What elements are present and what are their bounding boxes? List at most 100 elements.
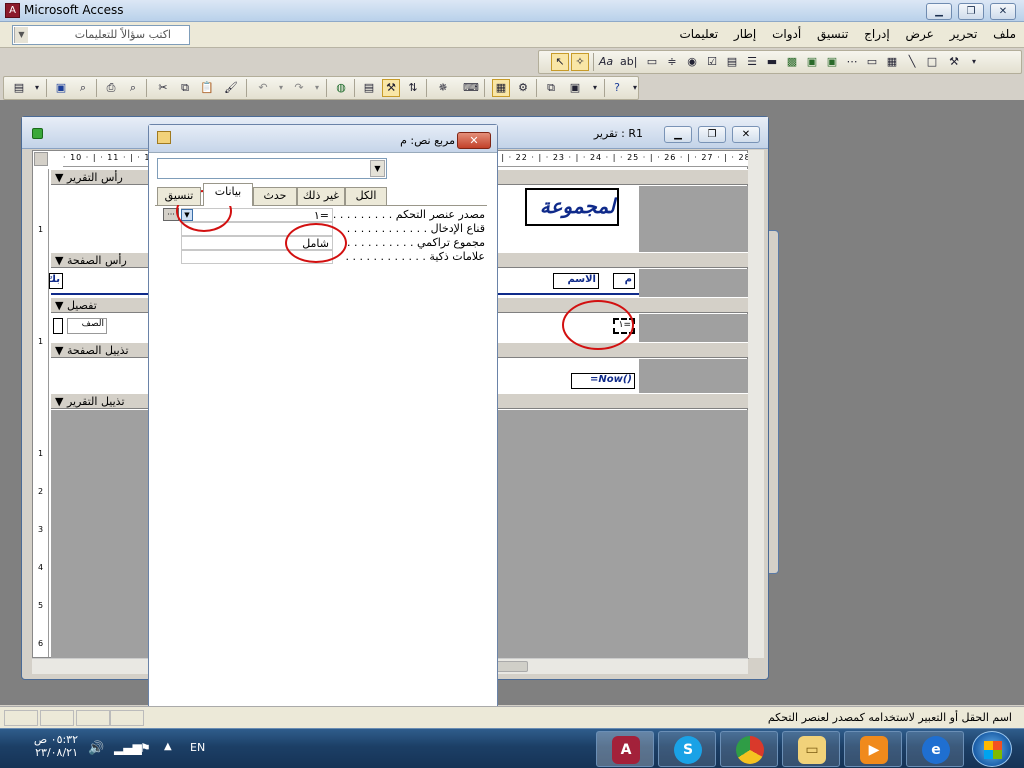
ask-question-box[interactable]: ▼ اكتب سؤالاً للتعليمات — [12, 25, 190, 45]
option-group-icon[interactable]: ▭ — [643, 53, 661, 71]
tab-data[interactable]: بيانات — [203, 183, 253, 206]
new-object-dropdown-icon[interactable]: ▾ — [586, 79, 604, 97]
chrome-icon — [736, 736, 764, 764]
paste-icon[interactable]: 📋 — [198, 79, 216, 97]
ask-question-placeholder: اكتب سؤالاً للتعليمات — [74, 28, 171, 41]
copy-icon[interactable]: ⧉ — [176, 79, 194, 97]
toggle-button-icon[interactable]: ≑ — [663, 53, 681, 71]
tab-event[interactable]: حدث — [253, 187, 297, 205]
menu-help[interactable]: تعليمات — [679, 27, 718, 41]
report-close-button[interactable]: ✕ — [732, 126, 760, 143]
redo-icon[interactable]: ↷ — [290, 79, 308, 97]
report-selector[interactable] — [34, 152, 48, 166]
help-icon[interactable]: ? — [608, 79, 626, 97]
tab-control-icon[interactable]: ▭ — [863, 53, 881, 71]
menu-edit[interactable]: تحرير — [950, 27, 978, 41]
report-window-icon[interactable] — [32, 128, 43, 139]
subform-icon[interactable]: ▦ — [883, 53, 901, 71]
cut-icon[interactable]: ✂ — [154, 79, 172, 97]
taskbar-explorer[interactable]: ▭ — [782, 731, 840, 767]
toolbar-options-icon[interactable]: ▾ — [965, 53, 983, 71]
sorting-grouping-icon[interactable]: ⇅ — [404, 79, 422, 97]
menu-format[interactable]: تنسيق — [817, 27, 848, 41]
view-dropdown-icon[interactable]: ▾ — [28, 79, 46, 97]
vertical-scrollbar[interactable] — [748, 150, 764, 658]
build-icon[interactable]: ⚙ — [514, 79, 532, 97]
new-object-icon[interactable]: ▣ — [566, 79, 584, 97]
view-icon[interactable]: ▤ — [10, 79, 28, 97]
report-restore-button[interactable]: ❐ — [698, 126, 726, 143]
menu-tools[interactable]: أدوات — [772, 27, 801, 41]
database-window-icon[interactable]: ⧉ — [542, 79, 560, 97]
skype-icon: S — [674, 736, 702, 764]
start-button[interactable] — [972, 731, 1012, 767]
clock[interactable]: ٠٥:٣٢ ص ٢٣/٠٨/٢١ — [22, 733, 78, 759]
menu-insert[interactable]: إدراج — [864, 27, 890, 41]
taskbar-chrome[interactable] — [720, 731, 778, 767]
code-icon[interactable]: ⌨ — [462, 79, 480, 97]
property-sheet-close-button[interactable]: ✕ — [457, 132, 491, 149]
volume-icon[interactable]: 🔊 — [88, 741, 104, 756]
taskbar-internet-explorer[interactable]: e — [906, 731, 964, 767]
line-tool-icon[interactable]: ╲ — [903, 53, 921, 71]
textbox-tool-icon[interactable]: ab| — [619, 53, 637, 71]
toolbar-options-icon[interactable]: ▾ — [626, 79, 644, 97]
restore-button[interactable]: ❐ — [958, 3, 984, 20]
image-icon[interactable]: ▩ — [783, 53, 801, 71]
listbox-icon[interactable]: ☰ — [743, 53, 761, 71]
detail-textbox-left[interactable] — [53, 318, 63, 334]
label-tool-icon[interactable]: Aa — [597, 53, 615, 71]
access-app-icon[interactable]: A — [5, 3, 20, 18]
control-selector-combo[interactable]: ▼ م — [157, 158, 387, 179]
detail-textbox-class[interactable]: الصف — [67, 318, 107, 334]
option-button-icon[interactable]: ◉ — [683, 53, 701, 71]
autoformat-icon[interactable]: ✵ — [434, 79, 452, 97]
unbound-object-icon[interactable]: ▣ — [803, 53, 821, 71]
insert-hyperlink-icon[interactable]: ◍ — [332, 79, 350, 97]
tab-format[interactable]: تنسيق — [157, 187, 201, 205]
header-label-left[interactable]: بك — [49, 273, 63, 289]
tab-other[interactable]: غير ذلك — [297, 187, 345, 205]
select-objects-icon[interactable]: ↖ — [551, 53, 569, 71]
toolbox-icon[interactable]: ⚒ — [382, 79, 400, 97]
menu-view[interactable]: عرض — [906, 27, 934, 41]
chevron-down-icon[interactable]: ▼ — [370, 160, 385, 177]
properties-icon[interactable]: ▦ — [492, 79, 510, 97]
show-hidden-icons-icon[interactable]: ▲ — [164, 741, 172, 752]
taskbar-skype[interactable]: S — [658, 731, 716, 767]
redo-dropdown-icon[interactable]: ▾ — [308, 79, 326, 97]
control-wizards-icon[interactable]: ✧ — [571, 53, 589, 71]
taskbar-media-player[interactable]: ▶ — [844, 731, 902, 767]
undo-icon[interactable]: ↶ — [254, 79, 272, 97]
checkbox-icon[interactable]: ☑ — [703, 53, 721, 71]
find-icon[interactable]: ⌕ — [74, 79, 92, 97]
more-controls-icon[interactable]: ⚒ — [945, 53, 963, 71]
header-label-m[interactable]: م — [613, 273, 635, 289]
tab-all[interactable]: الكل — [345, 187, 387, 205]
report-minimize-button[interactable]: ▁ — [664, 126, 692, 143]
combobox-icon[interactable]: ▤ — [723, 53, 741, 71]
undo-dropdown-icon[interactable]: ▾ — [272, 79, 290, 97]
network-signal-icon[interactable]: ▂▄▆ — [114, 741, 142, 755]
property-sheet-title: مربع نص: م — [400, 134, 455, 147]
action-center-icon[interactable]: ⚑ — [140, 741, 151, 755]
taskbar-access[interactable]: A — [596, 731, 654, 767]
menu-window[interactable]: إطار — [734, 27, 756, 41]
field-list-icon[interactable]: ▤ — [360, 79, 378, 97]
print-icon[interactable]: ⎙ — [102, 79, 120, 97]
save-icon[interactable]: ▣ — [52, 79, 70, 97]
menu-file[interactable]: ملف — [993, 27, 1016, 41]
header-label-name[interactable]: الاسم — [553, 273, 599, 289]
minimize-button[interactable]: ▁ — [926, 3, 952, 20]
close-button[interactable]: ✕ — [990, 3, 1016, 20]
language-indicator[interactable]: EN — [190, 741, 205, 754]
page-break-icon[interactable]: ⋯ — [843, 53, 861, 71]
print-preview-icon[interactable]: ⌕ — [124, 79, 142, 97]
command-button-icon[interactable]: ▬ — [763, 53, 781, 71]
bound-object-icon[interactable]: ▣ — [823, 53, 841, 71]
format-painter-icon[interactable]: 🖌 — [222, 79, 240, 97]
rectangle-tool-icon[interactable]: □ — [923, 53, 941, 71]
chevron-down-icon[interactable]: ▼ — [14, 27, 28, 43]
footer-now-expression[interactable]: =Now() — [571, 373, 635, 389]
report-title-label[interactable]: لمجموعة — [525, 188, 619, 226]
